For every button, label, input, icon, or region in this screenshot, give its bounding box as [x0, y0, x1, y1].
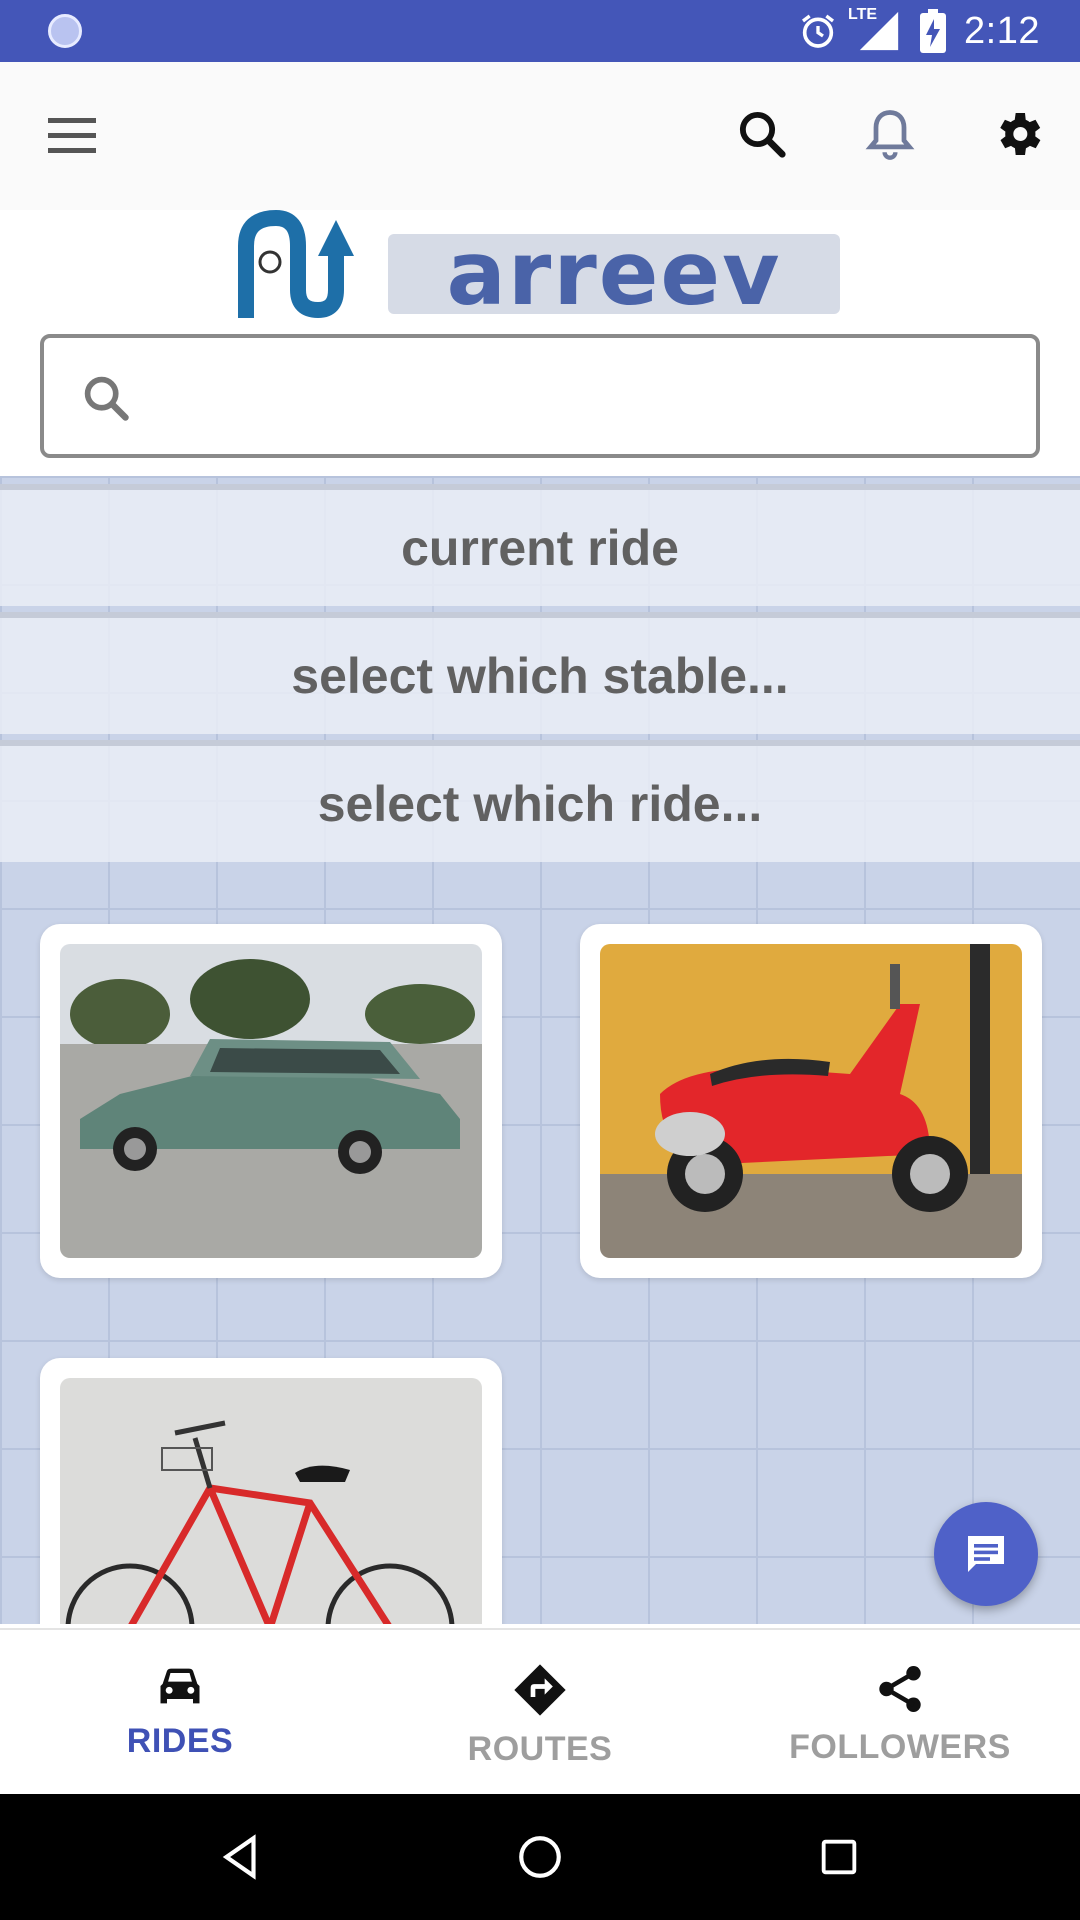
red-bicycle-photo — [60, 1378, 482, 1624]
clock: 2:12 — [964, 9, 1040, 52]
chat-icon — [968, 1536, 1004, 1572]
search-input[interactable] — [154, 358, 1014, 438]
back-icon[interactable] — [208, 1824, 274, 1890]
search-icon — [84, 376, 129, 421]
car-icon — [160, 1668, 200, 1704]
ride-card-car[interactable] — [40, 924, 502, 1278]
select-ride-label: select which ride... — [317, 776, 763, 832]
chat-fab[interactable] — [934, 1502, 1038, 1606]
search-field[interactable] — [40, 334, 1040, 458]
nav-routes[interactable]: ROUTES — [360, 1630, 720, 1794]
system-navigation-bar — [0, 1794, 1080, 1920]
brand-logo: arreev — [236, 210, 840, 324]
select-stable-label: select which stable... — [291, 648, 789, 704]
app-bar — [0, 62, 1080, 210]
rides-content: current ride select which stable... sele… — [0, 476, 1080, 1624]
recents-icon[interactable] — [806, 1824, 872, 1890]
nav-routes-label: ROUTES — [467, 1730, 613, 1768]
bottom-navigation: RIDES ROUTES FOLLOWERS — [0, 1628, 1080, 1794]
current-ride-option[interactable]: current ride — [0, 484, 1080, 606]
notification-dot-icon — [48, 14, 82, 48]
search-icon[interactable] — [728, 100, 796, 168]
red-scooter-photo — [600, 944, 1022, 1258]
green-car-photo — [60, 944, 482, 1258]
ride-card-bicycle[interactable] — [40, 1358, 502, 1624]
logo-mark-icon — [238, 210, 354, 319]
status-bar: LTE 2:12 — [0, 0, 1080, 62]
nav-followers-label: FOLLOWERS — [789, 1728, 1011, 1766]
directions-icon — [514, 1664, 566, 1716]
ride-card-scooter[interactable] — [580, 924, 1042, 1278]
menu-icon[interactable] — [40, 110, 104, 162]
gear-icon[interactable] — [984, 100, 1052, 168]
share-icon — [879, 1666, 921, 1712]
nav-followers[interactable]: FOLLOWERS — [720, 1630, 1080, 1794]
select-stable-option[interactable]: select which stable... — [0, 612, 1080, 734]
bell-icon[interactable] — [856, 100, 924, 168]
select-ride-option[interactable]: select which ride... — [0, 740, 1080, 862]
battery-charging-icon — [920, 9, 947, 53]
signal-icon: LTE — [848, 6, 902, 54]
nav-rides-label: RIDES — [126, 1722, 234, 1760]
current-ride-label: current ride — [401, 520, 679, 576]
alarm-icon — [802, 14, 835, 48]
network-label: LTE — [848, 6, 878, 23]
logo-wordmark: arreev — [388, 230, 840, 318]
nav-rides[interactable]: RIDES — [0, 1630, 360, 1794]
home-icon[interactable] — [507, 1824, 573, 1890]
